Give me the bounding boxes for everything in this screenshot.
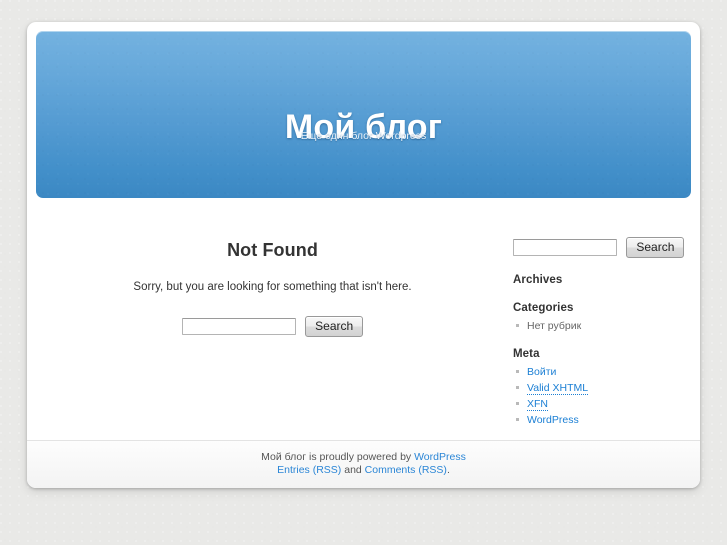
footer-credit-line: Мой блог is proudly powered by WordPress…: [27, 441, 700, 477]
list-item: Valid XHTML: [513, 382, 683, 395]
widget-link[interactable]: Войти: [527, 366, 556, 378]
main-search-form: Search: [49, 293, 496, 337]
list-item: Нет рубрик: [513, 320, 683, 332]
widget-link[interactable]: XFN: [527, 398, 548, 411]
footer-period: .: [446, 464, 450, 476]
search-button[interactable]: Search: [305, 316, 364, 337]
not-found-message: Sorry, but you are looking for something…: [133, 281, 412, 293]
list-item: WordPress: [513, 414, 683, 426]
widget-title: Meta: [513, 348, 540, 360]
widget-link[interactable]: Valid XHTML: [527, 382, 589, 395]
sidebar: Search Archives Categories Нет рубрик Meta В…: [513, 198, 685, 430]
site-header: Мой блог Еще один блог Wordpress: [36, 31, 691, 198]
search-input[interactable]: [181, 318, 296, 335]
sidebar-search-input[interactable]: [513, 239, 617, 256]
comments-rss-link[interactable]: Comments (RSS): [365, 464, 447, 476]
widget-list: Войти Valid XHTML XFN WordPress: [513, 366, 683, 426]
content-wrap: Not Found Sorry, but you are looking for…: [27, 198, 700, 441]
blog-description: Еще один блог Wordpress: [300, 130, 427, 142]
list-item: Войти: [513, 366, 683, 378]
footer-credit-prefix: Мой блог is proudly powered by: [261, 451, 415, 463]
list-item: XFN: [513, 398, 683, 411]
entries-rss-link[interactable]: Entries (RSS): [277, 464, 341, 476]
widget-list: Нет рубрик: [513, 320, 683, 332]
footer-and-text: and: [341, 464, 365, 476]
sidebar-widget: Archives: [513, 274, 683, 286]
page-title: Not Found: [227, 240, 318, 260]
sidebar-widget: Categories Нет рубрик: [513, 302, 683, 332]
wordpress-link[interactable]: WordPress: [414, 451, 466, 463]
main-column: Not Found Sorry, but you are looking for…: [49, 198, 496, 337]
site-footer: Мой блог is proudly powered by WordPress…: [27, 440, 700, 488]
sidebar-search-form: Search: [513, 198, 685, 258]
sidebar-search-button[interactable]: Search: [626, 237, 685, 258]
page-card: Мой блог Еще один блог Wordpress Not Fou…: [27, 22, 700, 488]
widget-title: Archives: [513, 274, 563, 286]
sidebar-widgets: Archives Categories Нет рубрик Meta Войти Val…: [513, 274, 683, 426]
sidebar-widget: Meta Войти Valid XHTML XFN WordPress: [513, 348, 683, 426]
widget-text: Нет рубрик: [527, 320, 582, 332]
widget-link[interactable]: WordPress: [527, 414, 579, 426]
widget-title: Categories: [513, 302, 574, 314]
